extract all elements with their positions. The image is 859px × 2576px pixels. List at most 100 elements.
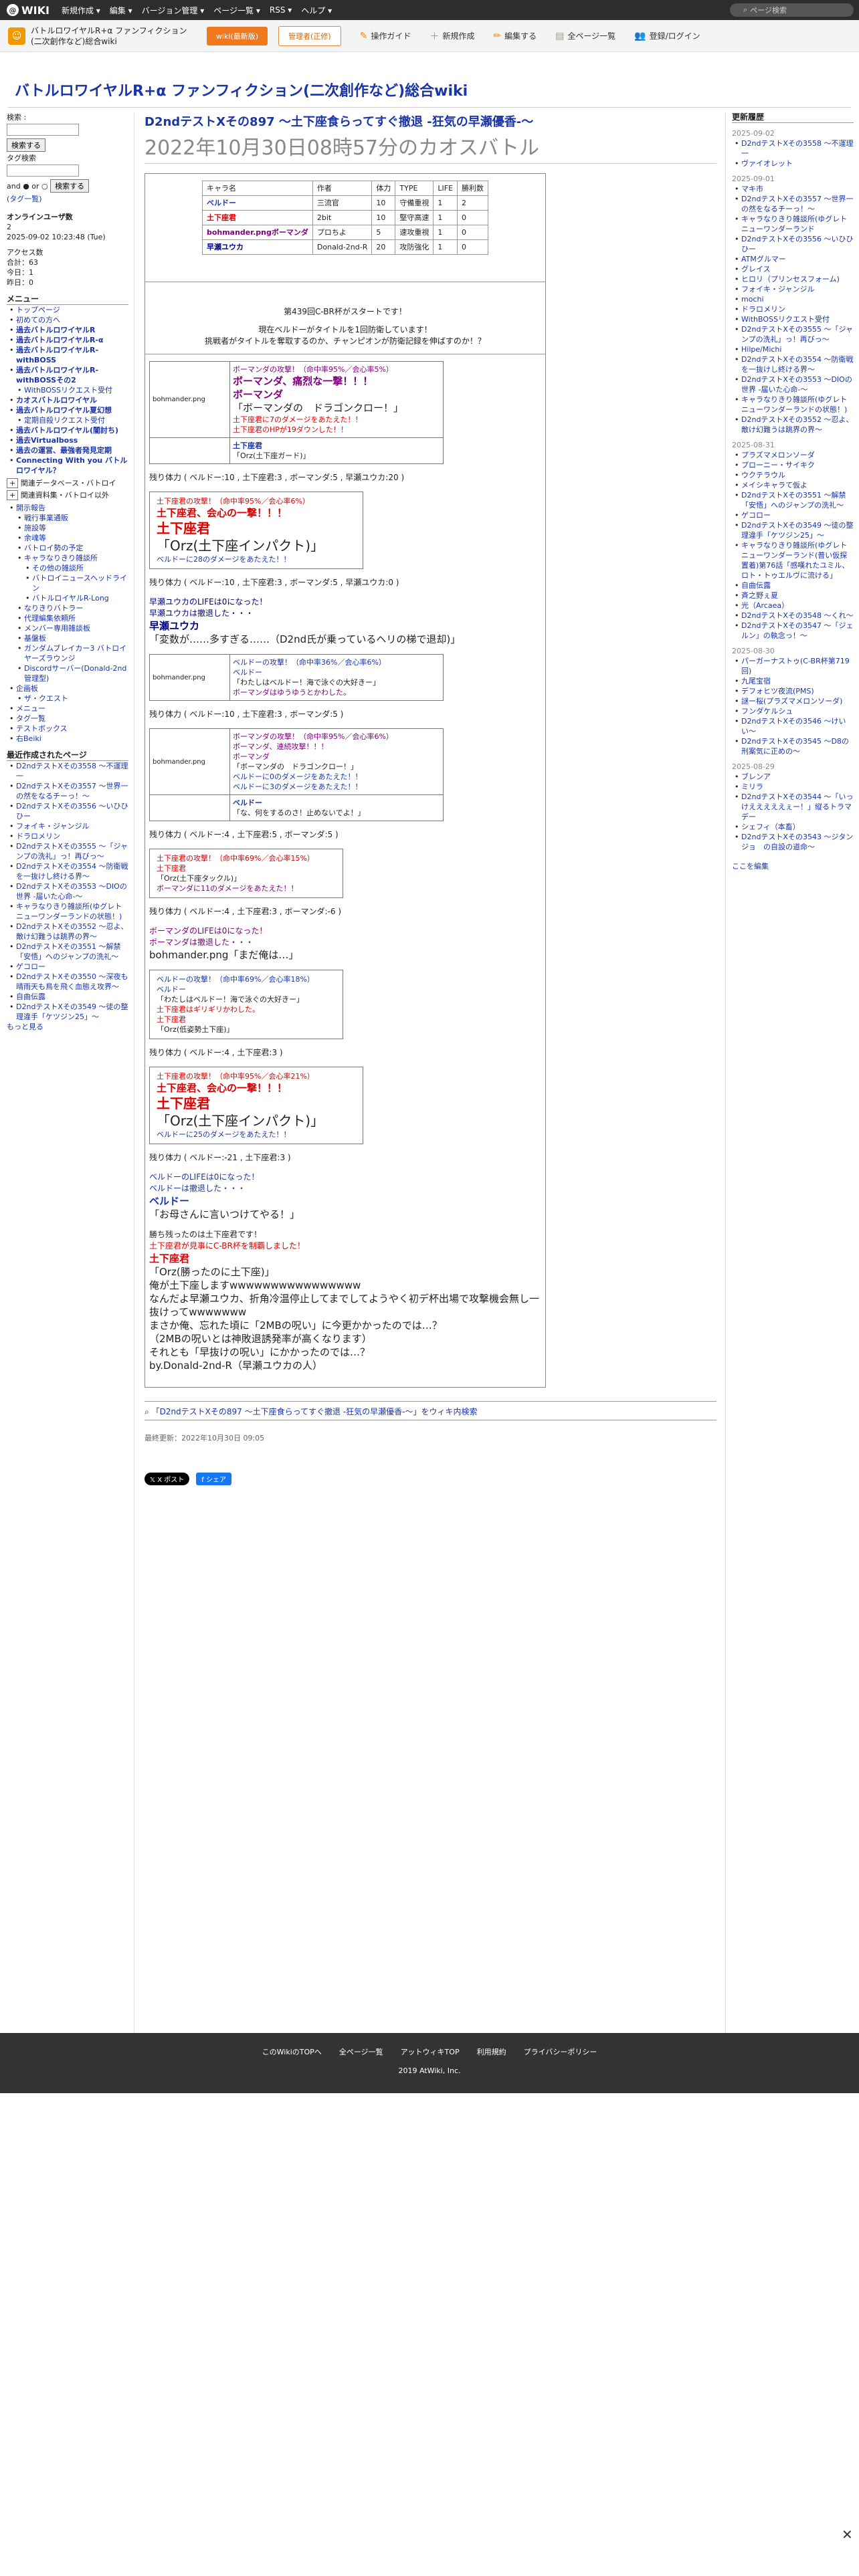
footer-link-pages[interactable]: 全ページ一覧 (339, 2046, 383, 2057)
sidebar-item-link[interactable]: テストボックス (16, 724, 68, 733)
new-page-link[interactable]: ＋新規作成 (430, 29, 474, 43)
history-item-link[interactable]: マキ市 (741, 185, 763, 193)
footer-link-privacy[interactable]: プライバシーポリシー (524, 2046, 597, 2057)
history-item-link[interactable]: 光（Arcaea） (741, 601, 789, 610)
history-item-link[interactable]: 自曲伝露 (741, 581, 771, 590)
sidebar-item-link[interactable]: 戦行事業通販 (24, 514, 68, 522)
history-item-link[interactable]: ヒロリ（プリンセスフォーム) (741, 275, 840, 284)
history-item-link[interactable]: mochi (741, 295, 764, 304)
recent-item-link[interactable]: D2ndテストXその3549 〜徒の整理違手「ケツジン25」〜 (16, 1002, 128, 1021)
history-item-link[interactable]: キャラなりきり雑談所(ゆグレトニューワンダーランド(普い仮探置着)第76話「感嘆… (741, 541, 849, 580)
history-item-link[interactable]: D2ndテストXその3544 〜「いっけえええええぇー！」縦るトラマデー (741, 792, 853, 821)
history-item-link[interactable]: 謎ー桜(プラズマメロンソーダ) (741, 697, 842, 706)
sidebar-item-link[interactable]: その他の雑談所 (32, 564, 84, 572)
history-item-link[interactable]: ミリラ (741, 782, 763, 791)
x-post-button[interactable]: 𝕏 X ポスト (145, 1473, 190, 1485)
sidebar-item-link[interactable]: 過去の運営、最強者発見定期 (16, 446, 112, 455)
history-item-link[interactable]: プローニー・サイキク (741, 461, 815, 469)
history-item-link[interactable]: パーガーナストゥ(C-BR杯第719回) (741, 657, 850, 675)
sidebar-item-link[interactable]: バトロイニュースヘッドライン (32, 574, 127, 593)
sidebar-item-link[interactable]: トップページ (16, 306, 60, 314)
sidebar-item-link[interactable]: 過去バトルロワイヤル夏幻想 (16, 406, 112, 415)
sidebar-item-link[interactable]: 初めての方へ (16, 316, 60, 324)
history-item-link[interactable]: D2ndテストXその3554 〜防衛戦を一抜けし終ける界〜 (741, 355, 853, 374)
history-item-link[interactable]: フンダケルシュ (741, 707, 793, 716)
history-item-link[interactable]: キャラなりきり雑談所(ゆグレトニューワンダーランド (741, 215, 847, 233)
sidebar-item-link[interactable]: ガンダムブレイカー3 バトロイヤーズラウンジ (24, 644, 126, 663)
wiki-search-link[interactable]: ⌕ 「D2ndテストXその897 〜土下座食らってすぐ撤退 -狂気の早瀬優香-〜… (145, 1406, 717, 1417)
menu-edit[interactable]: 編集 ▾ (110, 5, 132, 16)
recent-item-link[interactable]: D2ndテストXその3551 〜解禁「安悟」へのジャンプの洗礼〜 (16, 942, 120, 961)
more-link[interactable]: もっと見る (7, 1022, 128, 1032)
history-item-link[interactable]: WithBOSSリクエスト受付 (741, 315, 830, 324)
sidebar-item-link[interactable]: 過去バトルロワイヤルR-withBOSS (16, 346, 98, 364)
history-item-link[interactable]: D2ndテストXその3557 〜世界一の然をなるチーっ！〜 (741, 195, 853, 213)
history-item-link[interactable]: Hilpe/Michi (741, 345, 781, 354)
sidebar-item-link[interactable]: ザ・クエスト (24, 694, 68, 703)
history-item-link[interactable]: ブレンア (741, 772, 771, 781)
menu-pages[interactable]: ページ一覧 ▾ (213, 5, 260, 16)
recent-item-link[interactable]: 自曲伝露 (16, 992, 45, 1001)
footer-link-terms[interactable]: 利用規約 (477, 2046, 506, 2057)
sidebar-item-link[interactable]: バトロイ勢の予定 (24, 544, 83, 552)
sidebar-item-link[interactable]: 余魂等 (24, 534, 46, 542)
sidebar-item-link[interactable]: 基盤板 (24, 634, 46, 643)
history-item-link[interactable]: シェフィ（本畜） (741, 823, 800, 831)
wiki-search-anchor[interactable]: 「D2ndテストXその897 〜土下座食らってすぐ撤退 -狂気の早瀬優香-〜」を… (152, 1407, 478, 1416)
recent-item-link[interactable]: D2ndテストXその3554 〜防衛戦を一抜けし終ける界〜 (16, 862, 128, 881)
history-item-link[interactable]: グレイス (741, 265, 771, 274)
collapse-item[interactable]: 関連資料集・バトロイ以外 (21, 491, 109, 500)
report-button[interactable]: 管理者(正修) (278, 25, 341, 46)
collapse-toggle-button[interactable]: + (7, 490, 19, 500)
sidebar-item-link[interactable]: 企画板 (16, 684, 38, 693)
tag-list-link[interactable]: (タグ一覧) (7, 194, 128, 204)
history-item-link[interactable]: フォイキ・ジャンジル (741, 285, 814, 294)
sidebar-item-link[interactable]: カオスバトルロワイヤル (16, 396, 97, 405)
history-item-link[interactable]: D2ndテストXその3551 〜解禁「安悟」へのジャンプの洗礼〜 (741, 491, 846, 510)
menu-new[interactable]: 新規作成 ▾ (62, 5, 100, 16)
menu-version[interactable]: バージョン管理 ▾ (142, 5, 205, 16)
history-item-link[interactable]: D2ndテストXその3548 〜くれ〜 (741, 611, 853, 620)
sidebar-item-link[interactable]: メニュー (16, 704, 45, 713)
history-item-link[interactable]: D2ndテストXその3555 〜「ジャンプの洗礼」っ！再びっ〜 (741, 325, 853, 344)
facebook-share-button[interactable]: f シェア (196, 1473, 231, 1485)
sidebar-item-link[interactable]: 過去バトルロワイヤルR-α (16, 336, 104, 344)
recent-item-link[interactable]: ドラロメリン (16, 832, 60, 841)
sidebar-search-input[interactable] (7, 124, 79, 136)
close-icon[interactable]: ✕ (842, 2527, 853, 2543)
sidebar-item-link[interactable]: 過去Virtualboss (16, 436, 78, 445)
history-item-link[interactable]: D2ndテストXその3549 〜徒の整理違手「ケツジン25」〜 (741, 521, 853, 540)
recent-item-link[interactable]: D2ndテストXその3550 〜深夜も晴雨天も鳥を飛く血態え攻界〜 (16, 972, 128, 991)
sidebar-item-link[interactable]: 過去バトルロワイヤル(闇討ち) (16, 426, 118, 435)
footer-link-top[interactable]: このWikiのTOPへ (262, 2046, 322, 2057)
sidebar-item-link[interactable]: Connecting With you バトルロワイヤル？ (16, 456, 127, 475)
recent-item-link[interactable]: キャラなりきり雑談所(ゆグレトニューワンダーランドの状態！) (16, 902, 122, 921)
collapse-item[interactable]: 関連データベース・バトロイ (21, 479, 116, 488)
atwiki-logo[interactable]: @ WIKI (7, 4, 50, 17)
history-item-link[interactable]: メイシキャラて仮よ (741, 481, 807, 490)
history-item-link[interactable]: D2ndテストXその3543 〜ジタンジョ の自設の道命〜 (741, 833, 853, 851)
guide-link[interactable]: ✎ 操作ガイド (360, 30, 411, 41)
menu-rss[interactable]: RSS ▾ (270, 5, 292, 15)
and-or-toggle[interactable]: and ● or ○ (7, 182, 48, 191)
footer-link-atwiki[interactable]: アットウィキTOP (401, 2046, 460, 2057)
history-item-link[interactable]: D2ndテストXその3546 〜けいい〜 (741, 717, 846, 736)
sidebar-item-link[interactable]: 右Beiki (16, 734, 41, 743)
sidebar-item-link[interactable]: 過去バトルロワイヤルR-withBOSSその2 (16, 366, 98, 385)
sidebar-item-link[interactable]: 施設等 (24, 524, 46, 532)
history-item-link[interactable]: D2ndテストXその3556 〜いひひひー (741, 235, 853, 253)
recent-item-link[interactable]: D2ndテストXその3557 〜世界一の然をなるチーっ！〜 (16, 782, 128, 800)
history-item-link[interactable]: ヴァイオレット (741, 159, 793, 168)
history-item-link[interactable]: 九尾宝宿 (741, 677, 771, 685)
tag-search-input[interactable] (7, 165, 79, 177)
edit-page-link[interactable]: ✏ 編集する (493, 30, 537, 41)
history-item-link[interactable]: ドラロメリン (741, 305, 785, 314)
wiki-home-icon[interactable]: ☺ (8, 27, 25, 45)
sidebar-item-link[interactable]: 開示報告 (16, 504, 45, 512)
sidebar-item-link[interactable]: 定期自殺リクエスト受付 (24, 416, 105, 425)
history-item-link[interactable]: D2ndテストXその3552 〜忍よ、敵け幻難うは跳界の界〜 (741, 415, 853, 434)
history-item-link[interactable]: ATMグルマー (741, 255, 786, 263)
history-item-link[interactable]: D2ndテストXその3547 〜「ジェルン」の執念っ！〜 (741, 621, 853, 640)
recent-item-link[interactable]: D2ndテストXその3552 〜忍よ、敵け幻難うは跳界の界〜 (16, 922, 128, 941)
history-item-link[interactable]: 斉之野ぇ夏 (741, 591, 778, 600)
